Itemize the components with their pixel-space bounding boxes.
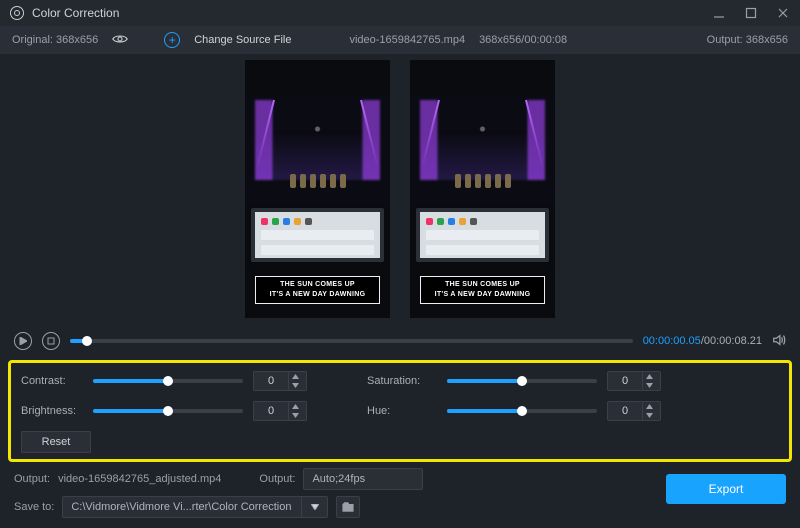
hue-slider[interactable]	[447, 409, 597, 413]
save-to-label: Save to:	[14, 501, 54, 513]
saturation-value[interactable]	[607, 371, 661, 391]
contrast-value[interactable]	[253, 371, 307, 391]
save-path-field[interactable]: C:\Vidmore\Vidmore Vi...rter\Color Corre…	[62, 496, 302, 518]
caption-line: THE SUN COMES UP	[258, 280, 377, 290]
caption-line: IT'S A NEW DAY DAWNING	[423, 290, 542, 300]
output-dimensions-label: Output: 368x656	[707, 34, 788, 46]
play-button[interactable]	[14, 332, 32, 350]
preview-toggle-icon[interactable]	[112, 33, 128, 48]
caption-line: THE SUN COMES UP	[423, 280, 542, 290]
color-controls-panel: Contrast: Saturation: Brightness: Hue: R…	[8, 360, 792, 462]
contrast-slider[interactable]	[93, 379, 243, 383]
output-preview: THE SUN COMES UP IT'S A NEW DAY DAWNING	[410, 60, 555, 318]
save-path-dropdown[interactable]	[302, 496, 328, 518]
brightness-slider[interactable]	[93, 409, 243, 413]
hue-label: Hue:	[367, 405, 437, 417]
step-up-icon	[289, 372, 302, 381]
stop-button[interactable]	[42, 332, 60, 350]
brightness-label: Brightness:	[21, 405, 83, 417]
app-icon	[10, 6, 24, 20]
open-folder-button[interactable]	[336, 496, 360, 518]
output-format-field[interactable]: Auto;24fps	[303, 468, 423, 490]
change-source-button[interactable]: Change Source File	[194, 34, 291, 46]
export-button[interactable]: Export	[666, 474, 786, 504]
seek-slider[interactable]	[70, 339, 633, 343]
caption-line: IT'S A NEW DAY DAWNING	[258, 290, 377, 300]
output-filename: video-1659842765_adjusted.mp4	[58, 473, 221, 485]
output-file-label: Output:	[14, 473, 50, 485]
source-filename: video-1659842765.mp4	[349, 34, 465, 46]
source-filemeta: 368x656/00:00:08	[479, 34, 567, 46]
original-dimensions-label: Original: 368x656	[12, 34, 98, 46]
reset-button[interactable]: Reset	[21, 431, 91, 453]
hue-value[interactable]	[607, 401, 661, 421]
close-button[interactable]	[776, 6, 790, 20]
original-preview: THE SUN COMES UP IT'S A NEW DAY DAWNING	[245, 60, 390, 318]
minimize-button[interactable]	[712, 6, 726, 20]
maximize-button[interactable]	[744, 6, 758, 20]
playback-time: 00:00:00.05/00:00:08.21	[643, 335, 762, 347]
add-icon[interactable]: +	[164, 32, 180, 48]
saturation-label: Saturation:	[367, 375, 437, 387]
step-down-icon	[289, 381, 302, 390]
output-format-label: Output:	[259, 473, 295, 485]
volume-icon[interactable]	[772, 333, 786, 350]
contrast-label: Contrast:	[21, 375, 83, 387]
saturation-slider[interactable]	[447, 379, 597, 383]
window-title: Color Correction	[32, 6, 119, 20]
brightness-value[interactable]	[253, 401, 307, 421]
